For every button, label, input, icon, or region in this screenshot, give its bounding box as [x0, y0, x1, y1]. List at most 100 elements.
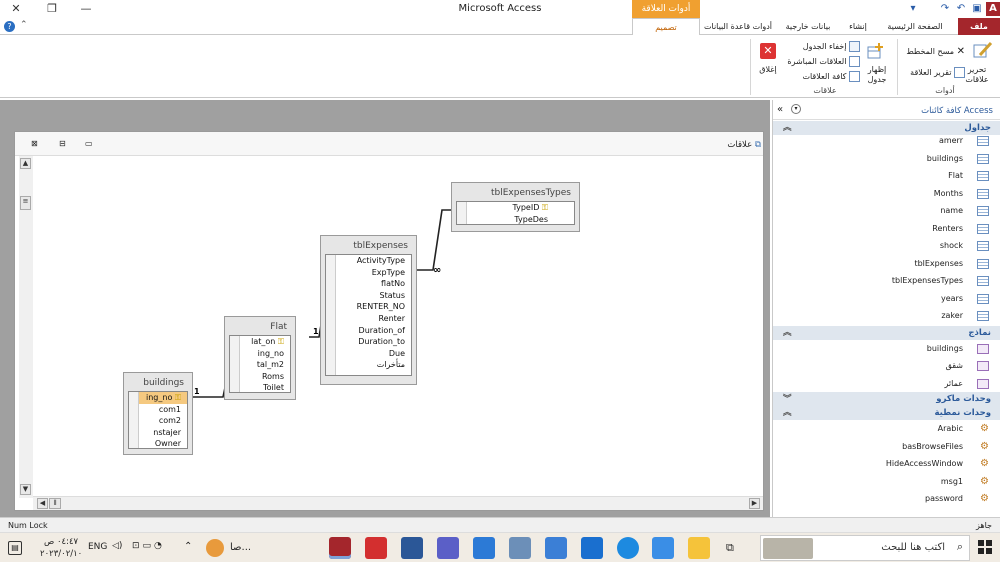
nav-item[interactable]: name: [773, 202, 1000, 220]
scroll-down-icon[interactable]: ▼: [20, 484, 31, 495]
task-view-icon[interactable]: ⧉: [726, 541, 734, 555]
tab-create[interactable]: إنشاء: [840, 18, 876, 35]
clear-layout-button[interactable]: مسح المخطط ✕: [895, 46, 965, 57]
table-box-buildings[interactable]: buildings ing_no ⚿ com1 com2 nstajer Own…: [123, 372, 193, 455]
scroll-right-icon[interactable]: ▶: [749, 498, 760, 509]
table-box-tblexpensestypes[interactable]: tblExpensesTypes TypeID ⚿ TypeDes: [451, 182, 580, 232]
taskbar-search-box[interactable]: اكتب هنا للبحث ⌕: [760, 535, 970, 561]
store-icon[interactable]: [652, 537, 674, 559]
edge-icon[interactable]: [617, 537, 639, 559]
nav-item[interactable]: tblExpenses: [773, 255, 1000, 273]
section-modules[interactable]: ︽ وحدات نمطية: [773, 406, 1000, 420]
nav-item[interactable]: password ⚙: [773, 490, 1000, 508]
section-forms[interactable]: ︽ نماذج: [773, 326, 1000, 340]
nav-item[interactable]: Arabic ⚙: [773, 420, 1000, 438]
wps-icon[interactable]: [365, 537, 387, 559]
close-relationships-icon[interactable]: ✕: [760, 43, 776, 59]
tab-database-tools[interactable]: أدوات قاعدة البيانات: [700, 18, 776, 35]
field-scrollbar[interactable]: [230, 336, 240, 392]
app-icon[interactable]: [545, 537, 567, 559]
nav-menu-icon[interactable]: ▾: [791, 104, 801, 114]
horizontal-scrollbar[interactable]: ◀ ⦀ ▶: [33, 496, 763, 510]
show-table-icon[interactable]: [866, 41, 886, 61]
relationships-tab[interactable]: علاقات ⧉: [705, 140, 761, 150]
nav-item[interactable]: buildings: [773, 340, 1000, 358]
field-item[interactable]: ExpType: [326, 267, 411, 279]
field-item[interactable]: TypeDes: [457, 214, 574, 224]
nav-item[interactable]: buildings: [773, 150, 1000, 168]
close-document-icon[interactable]: ⊠: [31, 139, 38, 148]
save-icon[interactable]: ▣: [970, 2, 984, 16]
scroll-up-icon[interactable]: ▲: [20, 158, 31, 169]
tray-icons[interactable]: ⊡▭◔: [132, 541, 165, 551]
field-item[interactable]: RENTER_NO: [326, 301, 411, 313]
field-item[interactable]: Due: [326, 348, 411, 360]
table-box-flat[interactable]: Flat lat_on ⚿ ing_no tal_m2 Roms Toilet: [224, 316, 296, 400]
customize-quick-access-icon[interactable]: ▾: [906, 2, 920, 16]
undo-icon[interactable]: ↶: [954, 2, 968, 16]
show-table-label-2[interactable]: جدول: [860, 75, 894, 84]
field-list[interactable]: ActivityType ExpType flatNo Status RENTE…: [325, 254, 412, 376]
nav-item[interactable]: shock: [773, 237, 1000, 255]
field-item[interactable]: TypeID ⚿: [457, 202, 574, 214]
nav-item[interactable]: HideAccessWindow ⚙: [773, 455, 1000, 473]
notifications-icon[interactable]: ▤: [8, 541, 22, 555]
clock-date[interactable]: ٢٠٢٣/٠٢/١٠: [40, 549, 82, 559]
field-item[interactable]: Duration_of: [326, 325, 411, 337]
tab-design[interactable]: تصميم: [632, 18, 700, 36]
file-explorer-icon[interactable]: [688, 537, 710, 559]
section-macros[interactable]: ︾ وحدات ماكرو: [773, 392, 1000, 406]
edit-relationships-label-2[interactable]: علاقات: [960, 75, 994, 84]
access-taskbar-icon[interactable]: [329, 537, 351, 559]
nav-pane-header[interactable]: « ▾ كافة كائنات Access: [773, 102, 1000, 120]
field-scrollbar[interactable]: [129, 392, 139, 448]
collapse-nav-icon[interactable]: «: [777, 104, 783, 115]
clock-time[interactable]: ٠٤:٤٧ ص: [44, 537, 78, 547]
tab-home[interactable]: الصفحة الرئيسية: [880, 18, 950, 35]
relationships-canvas[interactable]: 1 ∞ 1 ∞ ∞ 1 buildings ing_no ⚿ com1 com2…: [33, 156, 745, 496]
nav-item[interactable]: zaker: [773, 307, 1000, 325]
field-item[interactable]: flatNo: [326, 278, 411, 290]
field-item[interactable]: Status: [326, 290, 411, 302]
windows-start-icon[interactable]: [978, 540, 992, 554]
nav-item[interactable]: amerr: [773, 132, 1000, 150]
scroll-thumb[interactable]: ≡: [20, 196, 31, 210]
tab-file[interactable]: ملف: [958, 18, 1000, 35]
field-scrollbar[interactable]: [457, 202, 467, 224]
close-relationships-button[interactable]: إغلاق: [752, 65, 784, 74]
minimize-window-button[interactable]: —: [78, 2, 94, 16]
restore-document-icon[interactable]: ⊟: [59, 139, 66, 148]
app-icon-2[interactable]: [509, 537, 531, 559]
field-item[interactable]: متأخرات: [326, 359, 411, 371]
tab-external-data[interactable]: بيانات خارجية: [780, 18, 836, 35]
hide-table-button[interactable]: إخفاء الجدول: [780, 41, 860, 52]
collapse-ribbon-icon[interactable]: ⌃: [20, 20, 28, 30]
volume-icon[interactable]: ◁): [112, 541, 122, 551]
redo-icon[interactable]: ↷: [938, 2, 952, 16]
nav-item[interactable]: msg1 ⚙: [773, 473, 1000, 491]
edit-relationships-label[interactable]: تحرير: [960, 65, 994, 74]
all-relationships-button[interactable]: كافة العلاقات: [780, 71, 860, 82]
edit-relationships-icon[interactable]: [972, 39, 994, 61]
field-list[interactable]: TypeID ⚿ TypeDes: [456, 201, 575, 225]
mail-icon[interactable]: [581, 537, 603, 559]
vertical-scrollbar[interactable]: ▲ ≡ ▼: [19, 156, 33, 498]
field-scrollbar[interactable]: [326, 255, 336, 375]
show-hidden-icons[interactable]: ⌃: [184, 541, 192, 552]
nav-item[interactable]: Months: [773, 185, 1000, 203]
field-item[interactable]: Duration_to: [326, 336, 411, 348]
restore-window-button[interactable]: ❐: [44, 2, 60, 16]
nav-item[interactable]: years: [773, 290, 1000, 308]
nav-item[interactable]: عمائر: [773, 375, 1000, 393]
show-table-label[interactable]: إظهار: [860, 65, 894, 74]
language-indicator[interactable]: ENG: [88, 542, 107, 552]
minimize-document-icon[interactable]: ▭: [85, 139, 93, 148]
nav-item[interactable]: شقق: [773, 357, 1000, 375]
word-icon[interactable]: [401, 537, 423, 559]
field-list[interactable]: ing_no ⚿ com1 com2 nstajer Owner: [128, 391, 188, 449]
close-window-button[interactable]: ✕: [8, 2, 24, 16]
field-list[interactable]: lat_on ⚿ ing_no tal_m2 Roms Toilet: [229, 335, 291, 393]
nav-item[interactable]: basBrowseFiles ⚙: [773, 438, 1000, 456]
relationship-report-button[interactable]: تقرير العلاقة: [895, 67, 965, 78]
app-icon-4[interactable]: [437, 537, 459, 559]
